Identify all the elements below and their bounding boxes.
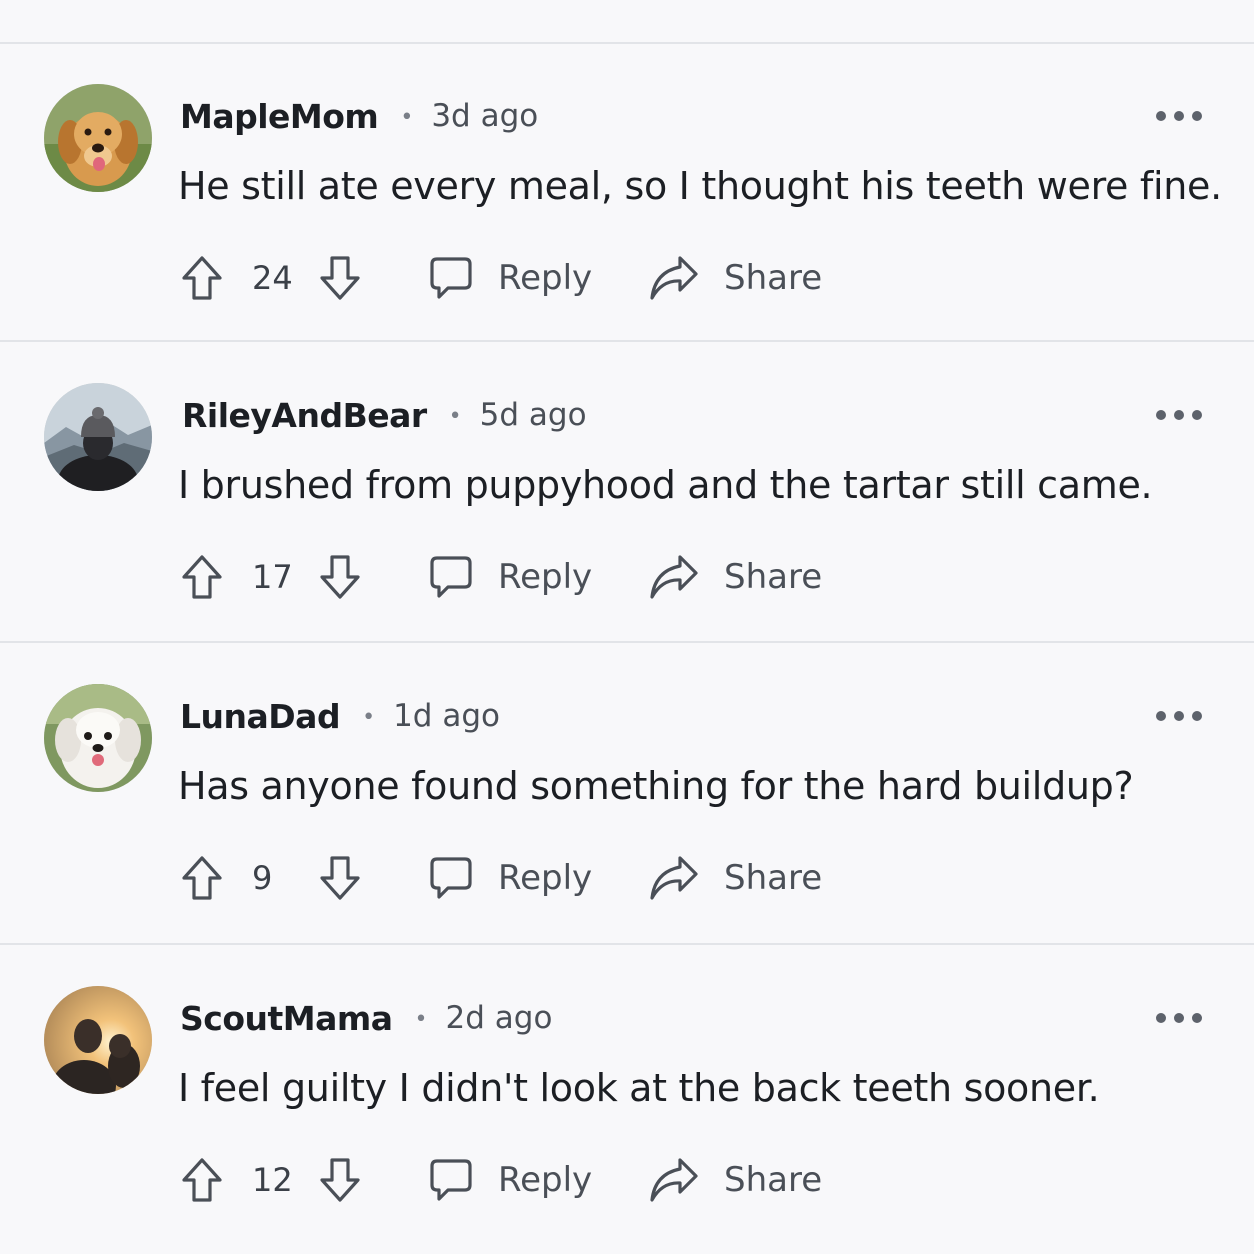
upvote-button[interactable] xyxy=(178,1154,226,1206)
speech-bubble-icon xyxy=(430,857,472,899)
reply-label: Reply xyxy=(498,858,593,898)
comment-thread: MapleMom • 3d ago He still ate every mea… xyxy=(0,0,1254,1254)
comment-text: Has anyone found something for the hard … xyxy=(178,764,1134,808)
separator-dot: • xyxy=(448,403,462,429)
share-arrow-icon xyxy=(650,1158,698,1202)
share-arrow-icon xyxy=(650,555,698,599)
share-button[interactable]: Share xyxy=(648,1154,822,1206)
comment-meta: MapleMom • 3d ago xyxy=(180,96,538,136)
downvote-arrow-icon xyxy=(320,1158,360,1202)
comment: ScoutMama • 2d ago I feel guilty I didn'… xyxy=(0,946,1254,1246)
comment-text: I brushed from puppyhood and the tartar … xyxy=(178,463,1153,507)
reply-button[interactable]: Reply xyxy=(428,252,592,304)
upvote-arrow-icon xyxy=(182,256,222,300)
speech-bubble-icon xyxy=(430,556,472,598)
comment-text: I feel guilty I didn't look at the back … xyxy=(178,1066,1100,1110)
more-options-icon[interactable] xyxy=(1156,1006,1202,1030)
timestamp: 2d ago xyxy=(445,1000,553,1036)
share-button[interactable]: Share xyxy=(648,551,822,603)
more-options-icon[interactable] xyxy=(1156,704,1202,728)
share-label: Share xyxy=(724,858,823,898)
separator-dot: • xyxy=(362,704,376,730)
more-options-icon[interactable] xyxy=(1156,403,1202,427)
reply-label: Reply xyxy=(498,557,593,597)
comment: RileyAndBear • 5d ago I brushed from pup… xyxy=(0,343,1254,643)
username[interactable]: LunaDad xyxy=(180,697,341,736)
timestamp: 1d ago xyxy=(393,698,500,734)
vote-score: 24 xyxy=(252,259,293,297)
reply-button[interactable]: Reply xyxy=(428,1154,592,1206)
avatar[interactable] xyxy=(44,986,152,1094)
reply-label: Reply xyxy=(498,1160,593,1200)
separator-dot: • xyxy=(414,1006,428,1032)
divider xyxy=(0,340,1254,342)
separator-dot: • xyxy=(400,104,414,130)
person-with-dog-sunset-avatar xyxy=(44,986,152,1094)
comment-meta: ScoutMama • 2d ago xyxy=(180,998,552,1038)
downvote-arrow-icon xyxy=(320,856,360,900)
username[interactable]: MapleMom xyxy=(180,97,379,136)
timestamp: 5d ago xyxy=(479,397,587,433)
upvote-button[interactable] xyxy=(178,551,226,603)
upvote-arrow-icon xyxy=(182,555,222,599)
divider xyxy=(0,943,1254,945)
downvote-button[interactable] xyxy=(316,551,364,603)
username[interactable]: ScoutMama xyxy=(180,999,393,1038)
upvote-arrow-icon xyxy=(182,1158,222,1202)
share-label: Share xyxy=(724,258,823,298)
share-arrow-icon xyxy=(650,856,698,900)
upvote-button[interactable] xyxy=(178,252,226,304)
downvote-arrow-icon xyxy=(320,256,360,300)
divider xyxy=(0,641,1254,643)
downvote-arrow-icon xyxy=(320,555,360,599)
vote-score: 12 xyxy=(252,1161,293,1199)
golden-retriever-avatar xyxy=(44,84,152,192)
reply-button[interactable]: Reply xyxy=(428,551,592,603)
white-fluffy-dog-avatar xyxy=(44,684,152,792)
avatar[interactable] xyxy=(44,383,152,491)
share-label: Share xyxy=(724,557,823,597)
username[interactable]: RileyAndBear xyxy=(182,396,427,435)
share-button[interactable]: Share xyxy=(648,852,822,904)
person-beanie-mountains-avatar xyxy=(44,383,152,491)
share-arrow-icon xyxy=(650,256,698,300)
reply-button[interactable]: Reply xyxy=(428,852,592,904)
avatar[interactable] xyxy=(44,84,152,192)
downvote-button[interactable] xyxy=(316,852,364,904)
comment-text: He still ate every meal, so I thought hi… xyxy=(178,164,1222,208)
reply-label: Reply xyxy=(498,258,593,298)
upvote-button[interactable] xyxy=(178,852,226,904)
vote-score: 9 xyxy=(252,859,273,897)
speech-bubble-icon xyxy=(430,1159,472,1201)
downvote-button[interactable] xyxy=(316,252,364,304)
avatar[interactable] xyxy=(44,684,152,792)
timestamp: 3d ago xyxy=(431,98,539,134)
speech-bubble-icon xyxy=(430,257,472,299)
comment-meta: RileyAndBear • 5d ago xyxy=(182,395,587,435)
share-button[interactable]: Share xyxy=(648,252,822,304)
comment: MapleMom • 3d ago He still ate every mea… xyxy=(0,44,1254,344)
share-label: Share xyxy=(724,1160,823,1200)
more-options-icon[interactable] xyxy=(1156,104,1202,128)
upvote-arrow-icon xyxy=(182,856,222,900)
comment: LunaDad • 1d ago Has anyone found someth… xyxy=(0,644,1254,944)
vote-score: 17 xyxy=(252,558,293,596)
comment-meta: LunaDad • 1d ago xyxy=(180,696,500,736)
downvote-button[interactable] xyxy=(316,1154,364,1206)
